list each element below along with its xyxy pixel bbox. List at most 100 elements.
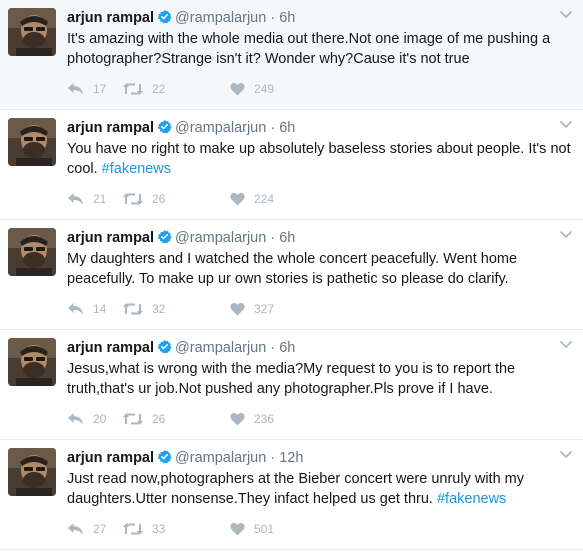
chevron-down-icon[interactable] [559, 120, 573, 130]
reply-button[interactable]: 20 [67, 411, 106, 427]
author-handle[interactable]: @rampalarjun [175, 230, 266, 246]
author-name[interactable]: arjun rampal [67, 10, 154, 26]
reply-button[interactable]: 27 [67, 521, 106, 537]
tweet-header: arjun rampal @rampalarjun · 12h [67, 448, 303, 468]
author-handle[interactable]: @rampalarjun [175, 340, 266, 356]
avatar-photo [8, 118, 56, 166]
author-handle[interactable]: @rampalarjun [175, 450, 266, 466]
reply-icon [68, 193, 83, 205]
heart-icon [230, 192, 245, 206]
author-name[interactable]: arjun rampal [67, 230, 154, 246]
timestamp[interactable]: 6h [279, 230, 295, 246]
verified-badge-icon [157, 339, 172, 354]
reply-button[interactable]: 14 [67, 301, 106, 317]
author-name[interactable]: arjun rampal [67, 120, 154, 136]
verified-badge-icon [157, 229, 172, 244]
retweet-button[interactable]: 32 [123, 301, 165, 317]
avatar-photo [8, 8, 56, 56]
heart-icon [230, 412, 245, 426]
like-count: 249 [254, 82, 275, 96]
like-button[interactable]: 224 [230, 191, 274, 207]
tweet[interactable]: arjun rampal @rampalarjun · 6h You have no… [0, 110, 583, 220]
tweet-text: You have no right to make up absolutely … [67, 139, 572, 179]
tweet-text: It's amazing with the whole media out th… [67, 29, 572, 69]
separator-dot: · [270, 450, 276, 466]
retweet-count: 32 [152, 302, 166, 316]
retweet-count: 22 [152, 82, 166, 96]
tweet[interactable]: arjun rampal @rampalarjun · 6h My daughter… [0, 220, 583, 330]
reply-count: 20 [93, 412, 107, 426]
hashtag-link[interactable]: #fakenews [437, 491, 506, 507]
chevron-down-icon[interactable] [559, 230, 573, 240]
reply-button[interactable]: 17 [67, 81, 106, 97]
author-handle[interactable]: @rampalarjun [175, 10, 266, 26]
like-button[interactable]: 501 [230, 521, 274, 537]
reply-icon [68, 83, 83, 95]
avatar[interactable] [8, 448, 56, 496]
like-count: 224 [254, 192, 275, 206]
timestamp[interactable]: 6h [279, 120, 295, 136]
retweet-icon [123, 413, 143, 425]
tweet-header: arjun rampal @rampalarjun · 6h [67, 338, 295, 358]
reply-count: 27 [93, 522, 107, 536]
like-button[interactable]: 327 [230, 301, 274, 317]
heart-icon [230, 82, 245, 96]
author-name[interactable]: arjun rampal [67, 340, 154, 356]
tweet-body: It's amazing with the whole media out th… [67, 31, 555, 67]
tweet-header: arjun rampal @rampalarjun · 6h [67, 228, 295, 248]
reply-icon [68, 523, 83, 535]
author-handle[interactable]: @rampalarjun [175, 120, 266, 136]
avatar[interactable] [8, 228, 56, 276]
chevron-down-icon[interactable] [559, 340, 573, 350]
retweet-icon [123, 523, 143, 535]
retweet-count: 33 [152, 522, 166, 536]
tweet-body: My daughters and I watched the whole con… [67, 251, 522, 287]
retweet-button[interactable]: 26 [123, 191, 165, 207]
retweet-button[interactable]: 26 [123, 411, 165, 427]
like-button[interactable]: 236 [230, 411, 274, 427]
verified-badge-icon [157, 9, 172, 24]
avatar[interactable] [8, 8, 56, 56]
timestamp[interactable]: 6h [279, 340, 295, 356]
avatar-photo [8, 338, 56, 386]
avatar[interactable] [8, 338, 56, 386]
retweet-icon [123, 193, 143, 205]
separator-dot: · [270, 230, 276, 246]
tweet-header: arjun rampal @rampalarjun · 6h [67, 8, 295, 28]
tweet[interactable]: arjun rampal @rampalarjun · 12h Just read … [0, 440, 583, 550]
tweet-feed: arjun rampal @rampalarjun · 6h It's amazin… [0, 0, 583, 552]
like-count: 327 [254, 302, 275, 316]
avatar-photo [8, 448, 56, 496]
retweet-icon [123, 303, 143, 315]
verified-badge-icon [157, 119, 172, 134]
avatar-photo [8, 228, 56, 276]
tweet[interactable]: arjun rampal @rampalarjun · 6h Jesus,what … [0, 330, 583, 440]
chevron-down-icon[interactable] [559, 10, 573, 20]
reply-button[interactable]: 21 [67, 191, 106, 207]
chevron-down-icon[interactable] [559, 450, 573, 460]
reply-count: 17 [93, 82, 107, 96]
tweet-text: Just read now,photographers at the Biebe… [67, 469, 572, 509]
heart-icon [230, 522, 245, 536]
reply-count: 14 [93, 302, 107, 316]
like-count: 501 [254, 522, 275, 536]
tweet[interactable]: arjun rampal @rampalarjun · 6h It's amazin… [0, 0, 583, 110]
reply-icon [68, 303, 83, 315]
like-button[interactable]: 249 [230, 81, 274, 97]
timestamp[interactable]: 12h [279, 450, 303, 466]
retweet-count: 26 [152, 192, 166, 206]
author-name[interactable]: arjun rampal [67, 450, 154, 466]
separator-dot: · [270, 340, 276, 356]
avatar[interactable] [8, 118, 56, 166]
tweet-text: My daughters and I watched the whole con… [67, 249, 572, 289]
retweet-button[interactable]: 22 [123, 81, 165, 97]
timestamp[interactable]: 6h [279, 10, 295, 26]
retweet-count: 26 [152, 412, 166, 426]
tweet-body: Jesus,what is wrong with the media?My re… [67, 361, 520, 397]
hashtag-link[interactable]: #fakenews [102, 161, 171, 177]
retweet-button[interactable]: 33 [123, 521, 165, 537]
like-count: 236 [254, 412, 275, 426]
reply-count: 21 [93, 192, 107, 206]
verified-badge-icon [157, 449, 172, 464]
reply-icon [68, 413, 83, 425]
